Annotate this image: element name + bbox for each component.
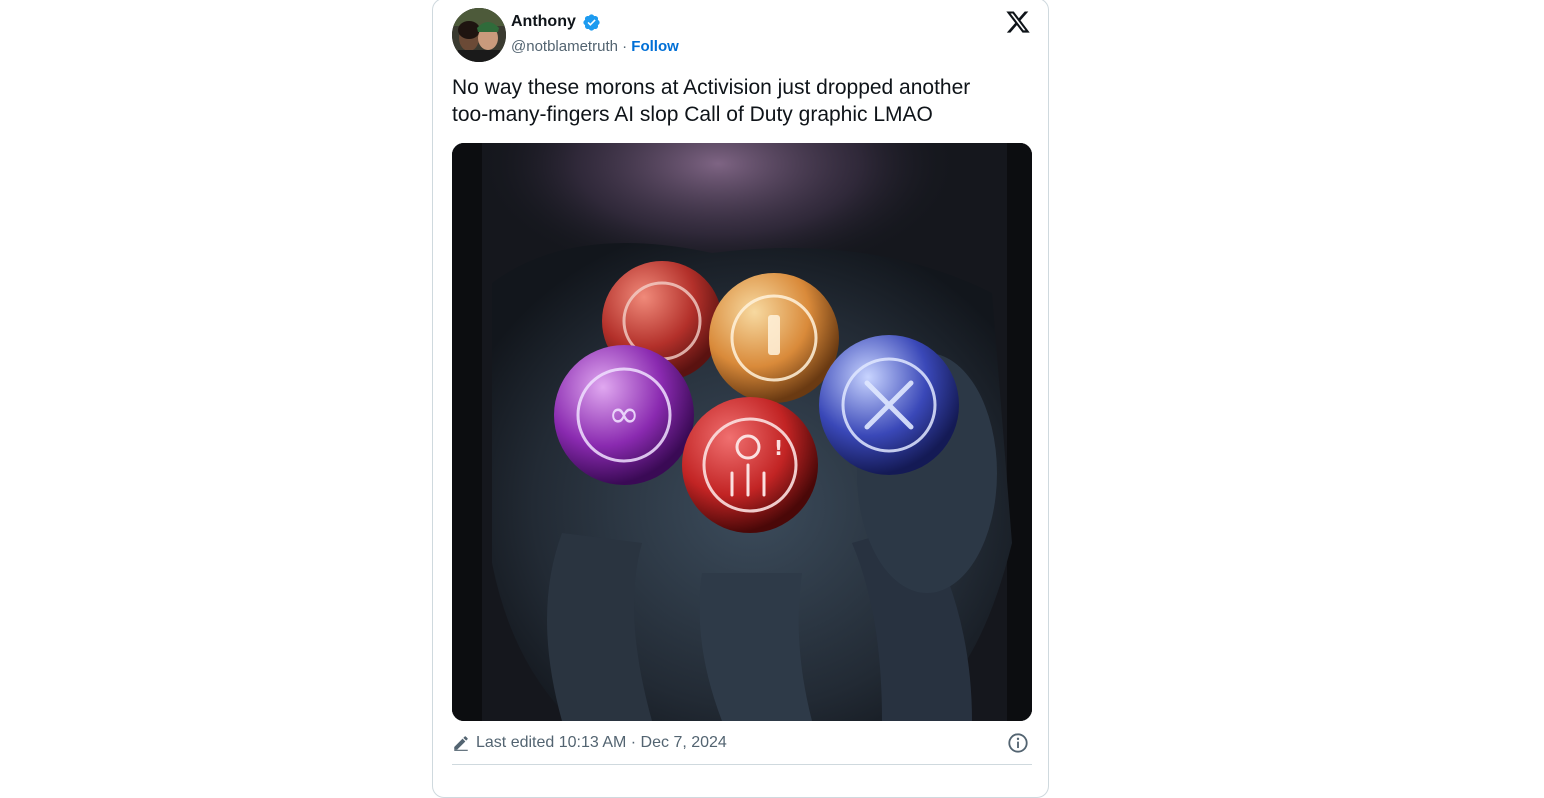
avatar[interactable] <box>452 8 506 62</box>
last-edited-timestamp[interactable]: Last edited 10:13 AM · Dec 7, 2024 <box>476 732 727 754</box>
tweet-text-line: No way these morons at Activision just d… <box>452 76 971 99</box>
tweet-card: Anthony @notblametruth · Follow No way t… <box>432 0 1049 798</box>
tweet-text: No way these morons at Activision just d… <box>452 74 1042 128</box>
tweet-text-line: too-many-fingers AI slop Call of Duty gr… <box>452 103 933 126</box>
separator-dot: · <box>622 38 628 55</box>
follow-button[interactable]: Follow <box>631 38 679 55</box>
tweet-footer: Last edited 10:13 AM · Dec 7, 2024 <box>452 732 1032 754</box>
avatar-photo <box>452 8 506 62</box>
footer-divider <box>452 764 1032 765</box>
tweet-image-artwork: ∞ ! <box>452 143 1032 721</box>
x-logo-icon[interactable] <box>1005 9 1031 35</box>
verified-badge-icon <box>583 14 600 31</box>
pencil-icon <box>454 736 468 751</box>
author-name[interactable]: Anthony <box>511 12 576 32</box>
svg-text:!: ! <box>774 436 783 460</box>
author-handle[interactable]: @notblametruth <box>511 38 618 55</box>
info-icon[interactable] <box>1007 732 1029 754</box>
tweet-image[interactable]: ∞ ! <box>452 143 1032 721</box>
author-handle-line: @notblametruth · Follow <box>511 37 679 57</box>
svg-text:∞: ∞ <box>608 392 640 436</box>
